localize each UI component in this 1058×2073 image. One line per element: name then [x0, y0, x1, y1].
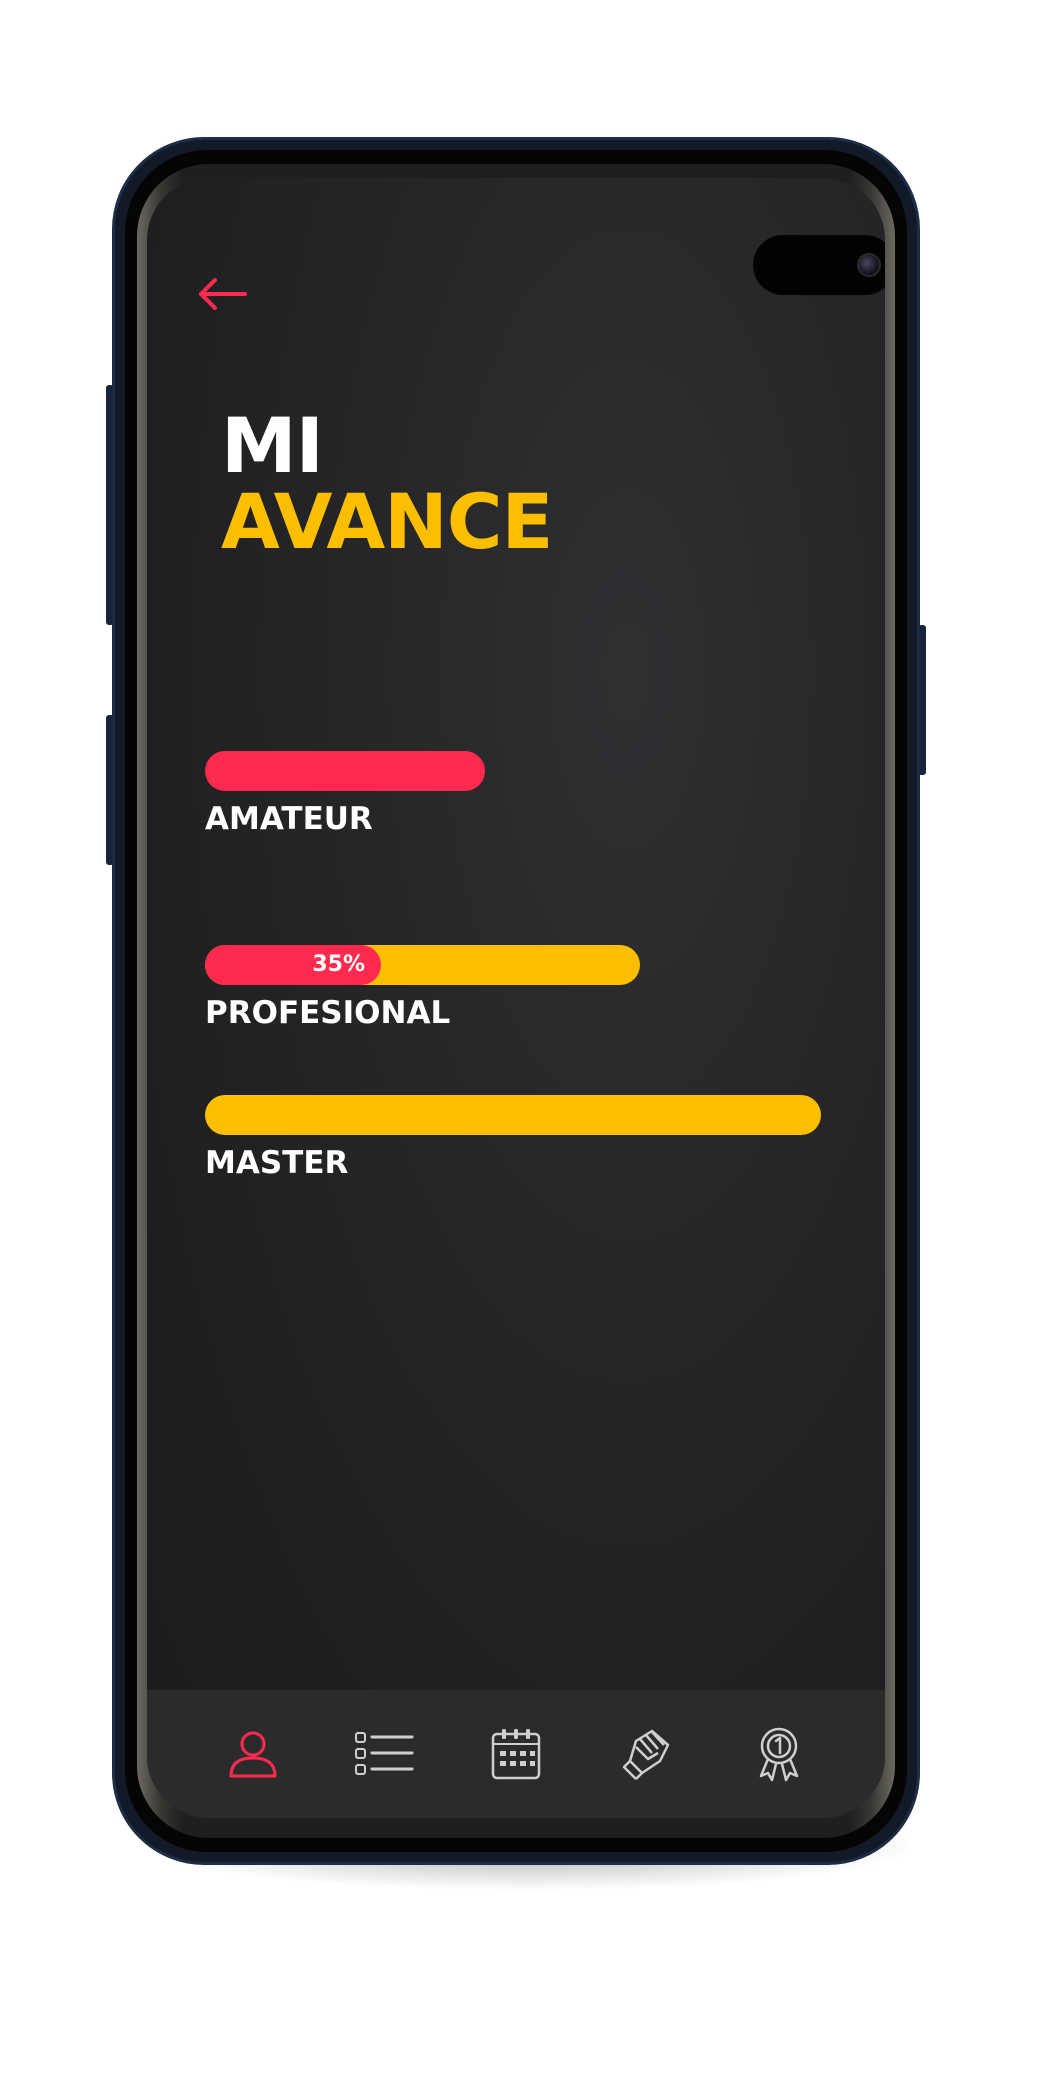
nav-item-profile[interactable] — [213, 1714, 293, 1794]
level-profesional-percent: 35% — [312, 952, 365, 977]
page-title: MI AVANCE — [221, 401, 553, 566]
page-title-line2: AVANCE — [221, 477, 553, 566]
back-button[interactable] — [191, 264, 251, 324]
level-profesional-bar: 35% — [205, 945, 640, 985]
level-master-label: MASTER — [205, 1145, 349, 1181]
level-profesional-progress: 35% — [205, 945, 381, 985]
level-amateur-label: AMATEUR — [205, 801, 373, 837]
camera-lens — [857, 253, 881, 277]
front-camera — [753, 235, 885, 295]
phone-frame: MI AVANCE AMATEUR 35% PROFESIONAL MASTER — [112, 137, 920, 1865]
app-screen: MI AVANCE AMATEUR 35% PROFESIONAL MASTER — [147, 178, 885, 1818]
level-profesional-label: PROFESIONAL — [205, 995, 451, 1031]
level-profesional: 35% PROFESIONAL — [205, 945, 640, 1031]
bottom-nav — [147, 1690, 885, 1818]
checklist-icon — [355, 1732, 414, 1775]
level-master-bar — [205, 1095, 821, 1135]
arrow-left-icon — [199, 278, 247, 310]
mockup-stage: MI AVANCE AMATEUR 35% PROFESIONAL MASTER — [0, 0, 1058, 2073]
nav-item-awards[interactable] — [739, 1714, 819, 1794]
nav-item-calendar[interactable] — [476, 1714, 556, 1794]
level-amateur: AMATEUR — [205, 751, 485, 837]
user-icon — [229, 1731, 277, 1778]
page-title-line1: MI — [221, 401, 324, 490]
calendar-icon — [491, 1729, 541, 1780]
level-master: MASTER — [205, 1095, 821, 1181]
level-amateur-bar — [205, 751, 485, 791]
nav-item-training[interactable] — [608, 1714, 688, 1794]
award-medal-icon — [759, 1727, 799, 1782]
nav-item-list[interactable] — [344, 1714, 424, 1794]
fist-icon — [622, 1729, 669, 1780]
